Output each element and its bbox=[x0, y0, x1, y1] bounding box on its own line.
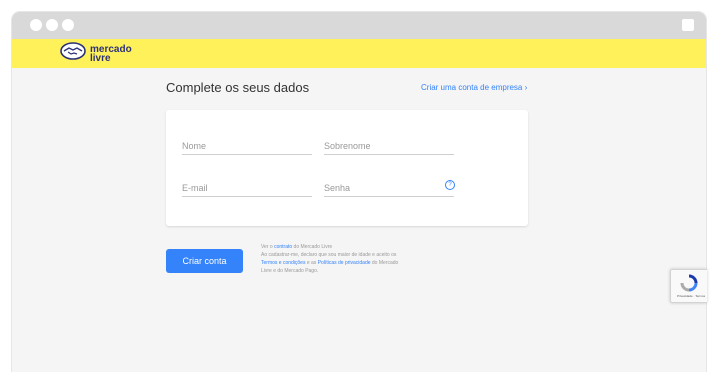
window-dot-icon bbox=[30, 19, 42, 31]
window-dot-icon bbox=[46, 19, 58, 31]
window-maximize-button[interactable] bbox=[682, 19, 694, 31]
legal-text-segment: do Mercado Livre bbox=[292, 244, 333, 250]
legal-text-segment: e as bbox=[305, 260, 318, 266]
logo-wordmark: mercado livre bbox=[90, 44, 132, 64]
site-header: mercado livre bbox=[12, 39, 706, 68]
logo-line-2: livre bbox=[90, 52, 111, 64]
registration-form-card: ? bbox=[166, 110, 528, 226]
legal-text-segment: do Mercado bbox=[370, 260, 399, 266]
legal-line-4: Livre e do Mercado Pago. bbox=[261, 268, 319, 274]
handshake-logo-icon bbox=[60, 42, 86, 65]
contract-link[interactable]: contrato bbox=[274, 244, 292, 250]
legal-text: Ver o contrato do Mercado Livre Ao cadas… bbox=[261, 243, 421, 275]
first-name-field[interactable] bbox=[182, 138, 312, 155]
window-titlebar bbox=[12, 12, 706, 39]
create-account-button[interactable]: Criar conta bbox=[166, 249, 243, 273]
legal-line-2: Ao cadastrar-me, declaro que sou maior d… bbox=[261, 252, 397, 258]
privacy-policy-link[interactable]: Políticas de privacidade bbox=[318, 260, 371, 266]
legal-line-3: Termos e condições e as Políticas de pri… bbox=[261, 259, 421, 267]
page-title: Complete os seus dados bbox=[166, 80, 310, 95]
legal-line-1: Ver o contrato do Mercado Livre bbox=[261, 243, 421, 251]
last-name-field[interactable] bbox=[324, 138, 454, 155]
password-help-icon[interactable]: ? bbox=[445, 180, 455, 190]
create-business-account-link[interactable]: Criar uma conta de empresa › bbox=[421, 83, 527, 92]
recaptcha-links: Privacidade · Termos bbox=[677, 294, 706, 298]
legal-text-segment: Ver o bbox=[261, 244, 275, 250]
email-field[interactable] bbox=[182, 180, 312, 197]
mercado-livre-logo[interactable]: mercado livre bbox=[60, 42, 132, 65]
terms-link[interactable]: Termos e condições bbox=[261, 260, 305, 266]
password-field[interactable] bbox=[324, 180, 454, 197]
window-dot-icon bbox=[62, 19, 74, 31]
recaptcha-badge[interactable]: Privacidade · Termos bbox=[670, 269, 707, 303]
